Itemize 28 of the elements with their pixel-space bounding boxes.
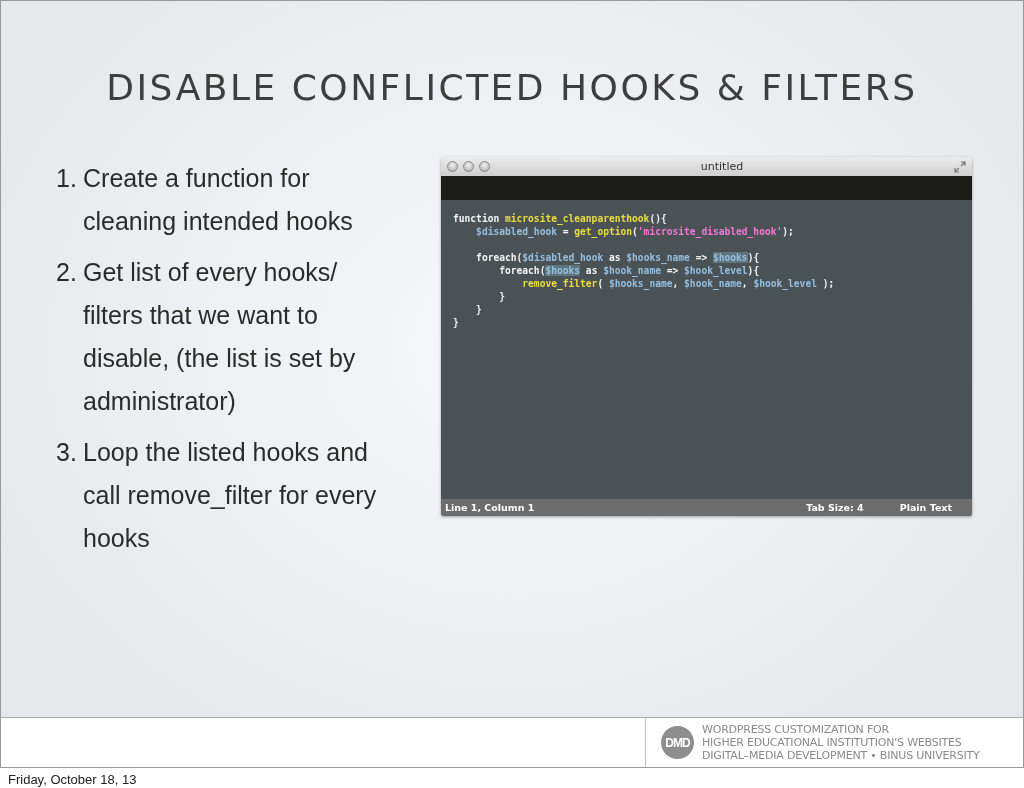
code-line: remove_filter( $hooks_name, $hook_name, $hook_level ); — [521, 277, 835, 290]
code-line: } — [453, 316, 459, 329]
code-line: foreach($hooks as $hook_name => $hook_level){ — [498, 264, 760, 277]
syntax-menu[interactable]: Plain Text — [899, 502, 952, 513]
list-number: 2. — [56, 257, 78, 288]
footer-text: WORDPRESS CUSTOMIZATION FOR — [702, 723, 890, 736]
window-control-button[interactable] — [463, 161, 474, 172]
footer-text: HIGHER EDUCATIONAL INSTITUTION'S WEBSITES — [702, 736, 963, 749]
logo-badge: DMD — [661, 726, 694, 759]
code-line: } — [498, 290, 505, 303]
code-line: function microsite_cleanparenthook(){ — [453, 212, 667, 225]
code-line: $disabled_hook = get_option('microsite_disabled_hook'); — [475, 225, 794, 238]
fullscreen-icon[interactable] — [954, 160, 966, 173]
list-number: 1. — [56, 163, 78, 194]
tab-size-menu[interactable]: Tab Size: 4 — [806, 502, 864, 513]
list-item-text: Get list of every hooks/ filters that we want to disable, (the list is set by administrator) — [83, 257, 357, 417]
window-control-button[interactable] — [479, 161, 490, 172]
list-item-text: Loop the listed hooks and call remove_filter for every hooks — [83, 437, 378, 554]
print-date: Friday, October 18, 13 — [7, 771, 138, 787]
list-number: 3. — [56, 437, 78, 468]
footer-text: DIGITAL–MEDIA DEVELOPMENT • BINUS UNIVERSITY — [702, 749, 980, 762]
window-title: untitled — [699, 160, 745, 173]
code-line: foreach($disabled_hook as $hooks_name => $hooks){ — [475, 251, 760, 264]
cursor-position: Line 1, Column 1 — [445, 502, 535, 513]
list-item-text: Create a function for cleaning intended hooks — [83, 163, 354, 237]
code-line: } — [475, 303, 482, 316]
slide-title: DISABLE CONFLICTED HOOKS & FILTERS — [105, 66, 919, 110]
window-control-button[interactable] — [447, 161, 458, 172]
